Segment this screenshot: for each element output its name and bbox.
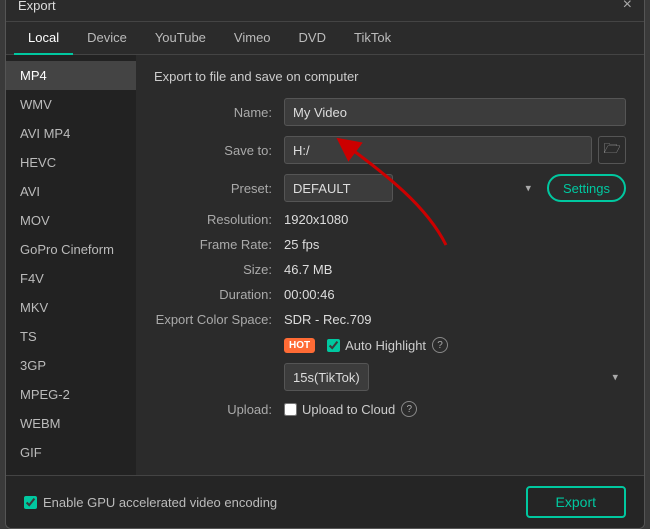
- tab-vimeo[interactable]: Vimeo: [220, 22, 285, 55]
- save-to-row: Save to: 🗁: [154, 136, 626, 164]
- upload-help-icon[interactable]: ?: [401, 401, 417, 417]
- tab-local[interactable]: Local: [14, 22, 73, 55]
- tab-device[interactable]: Device: [73, 22, 141, 55]
- tab-bar: Local Device YouTube Vimeo DVD TikTok: [6, 22, 644, 55]
- close-button[interactable]: ×: [623, 0, 632, 13]
- auto-highlight-row: HOT Auto Highlight ?: [154, 337, 626, 353]
- tiktok-select-wrapper: 15s(TikTok) 30s 60s: [284, 363, 626, 391]
- gpu-label: Enable GPU accelerated video encoding: [43, 495, 277, 510]
- sidebar-item-mov[interactable]: MOV: [6, 206, 136, 235]
- duration-value: 00:00:46: [284, 287, 335, 302]
- upload-row: Upload: Upload to Cloud ?: [154, 401, 626, 417]
- size-label: Size:: [154, 262, 284, 277]
- content-area: MP4 WMV AVI MP4 HEVC AVI MOV GoPro Cinef…: [6, 55, 644, 475]
- upload-to-cloud-label[interactable]: Upload to Cloud: [284, 402, 395, 417]
- name-input[interactable]: [284, 98, 626, 126]
- sidebar-item-wmv[interactable]: WMV: [6, 90, 136, 119]
- auto-highlight-label: Auto Highlight: [345, 338, 426, 353]
- format-sidebar: MP4 WMV AVI MP4 HEVC AVI MOV GoPro Cinef…: [6, 55, 136, 475]
- sidebar-item-gopro[interactable]: GoPro Cineform: [6, 235, 136, 264]
- frame-rate-row: Frame Rate: 25 fps: [154, 237, 626, 252]
- duration-row: Duration: 00:00:46: [154, 287, 626, 302]
- main-panel: Export to file and save on computer Name…: [136, 55, 644, 475]
- gpu-checkbox-label[interactable]: Enable GPU accelerated video encoding: [24, 495, 277, 510]
- resolution-row: Resolution: 1920x1080: [154, 212, 626, 227]
- sidebar-item-mp3[interactable]: MP3: [6, 467, 136, 475]
- upload-field: Upload to Cloud ?: [284, 401, 417, 417]
- main-panel-wrapper: Export to file and save on computer Name…: [136, 55, 644, 475]
- gpu-checkbox[interactable]: [24, 496, 37, 509]
- tiktok-duration-row: 15s(TikTok) 30s 60s: [154, 363, 626, 391]
- frame-rate-value: 25 fps: [284, 237, 319, 252]
- tab-dvd[interactable]: DVD: [285, 22, 340, 55]
- preset-label: Preset:: [154, 181, 284, 196]
- save-to-input[interactable]: [284, 136, 592, 164]
- sidebar-item-f4v[interactable]: F4V: [6, 264, 136, 293]
- sidebar-item-3gp[interactable]: 3GP: [6, 351, 136, 380]
- auto-highlight-field: HOT Auto Highlight ?: [284, 337, 448, 353]
- sidebar-item-avimp4[interactable]: AVI MP4: [6, 119, 136, 148]
- footer: Enable GPU accelerated video encoding Ex…: [6, 475, 644, 528]
- sidebar-item-gif[interactable]: GIF: [6, 438, 136, 467]
- folder-browse-button[interactable]: 🗁: [598, 136, 626, 164]
- sidebar-item-hevc[interactable]: HEVC: [6, 148, 136, 177]
- settings-button[interactable]: Settings: [547, 174, 626, 202]
- export-button[interactable]: Export: [526, 486, 626, 518]
- save-to-field: 🗁: [284, 136, 626, 164]
- sidebar-item-mp4[interactable]: MP4: [6, 61, 136, 90]
- preset-select[interactable]: DEFAULT High Quality Medium Quality Low …: [284, 174, 393, 202]
- tab-youtube[interactable]: YouTube: [141, 22, 220, 55]
- resolution-label: Resolution:: [154, 212, 284, 227]
- tiktok-duration-select[interactable]: 15s(TikTok) 30s 60s: [284, 363, 369, 391]
- sidebar-item-mpeg2[interactable]: MPEG-2: [6, 380, 136, 409]
- preset-row: Preset: DEFAULT High Quality Medium Qual…: [154, 174, 626, 202]
- auto-highlight-help-icon[interactable]: ?: [432, 337, 448, 353]
- upload-to-cloud-checkbox[interactable]: [284, 403, 297, 416]
- color-space-label: Export Color Space:: [154, 312, 284, 327]
- upload-to-cloud-text: Upload to Cloud: [302, 402, 395, 417]
- auto-highlight-checkbox[interactable]: [327, 339, 340, 352]
- preset-select-wrapper: DEFAULT High Quality Medium Quality Low …: [284, 174, 539, 202]
- sidebar-item-ts[interactable]: TS: [6, 322, 136, 351]
- sidebar-item-mkv[interactable]: MKV: [6, 293, 136, 322]
- name-row: Name:: [154, 98, 626, 126]
- dialog-title: Export: [18, 0, 56, 13]
- name-label: Name:: [154, 105, 284, 120]
- export-subtitle: Export to file and save on computer: [154, 69, 626, 84]
- preset-field: DEFAULT High Quality Medium Quality Low …: [284, 174, 626, 202]
- size-value: 46.7 MB: [284, 262, 332, 277]
- hot-badge: HOT: [284, 338, 315, 353]
- sidebar-item-avi[interactable]: AVI: [6, 177, 136, 206]
- color-space-row: Export Color Space: SDR - Rec.709: [154, 312, 626, 327]
- save-to-label: Save to:: [154, 143, 284, 158]
- resolution-value: 1920x1080: [284, 212, 348, 227]
- export-dialog: Export × Local Device YouTube Vimeo DVD …: [5, 0, 645, 529]
- upload-label: Upload:: [154, 402, 284, 417]
- sidebar-item-webm[interactable]: WEBM: [6, 409, 136, 438]
- frame-rate-label: Frame Rate:: [154, 237, 284, 252]
- duration-label: Duration:: [154, 287, 284, 302]
- auto-highlight-checkbox-label[interactable]: Auto Highlight: [327, 338, 426, 353]
- tab-tiktok[interactable]: TikTok: [340, 22, 405, 55]
- size-row: Size: 46.7 MB: [154, 262, 626, 277]
- title-bar: Export ×: [6, 0, 644, 22]
- color-space-value: SDR - Rec.709: [284, 312, 371, 327]
